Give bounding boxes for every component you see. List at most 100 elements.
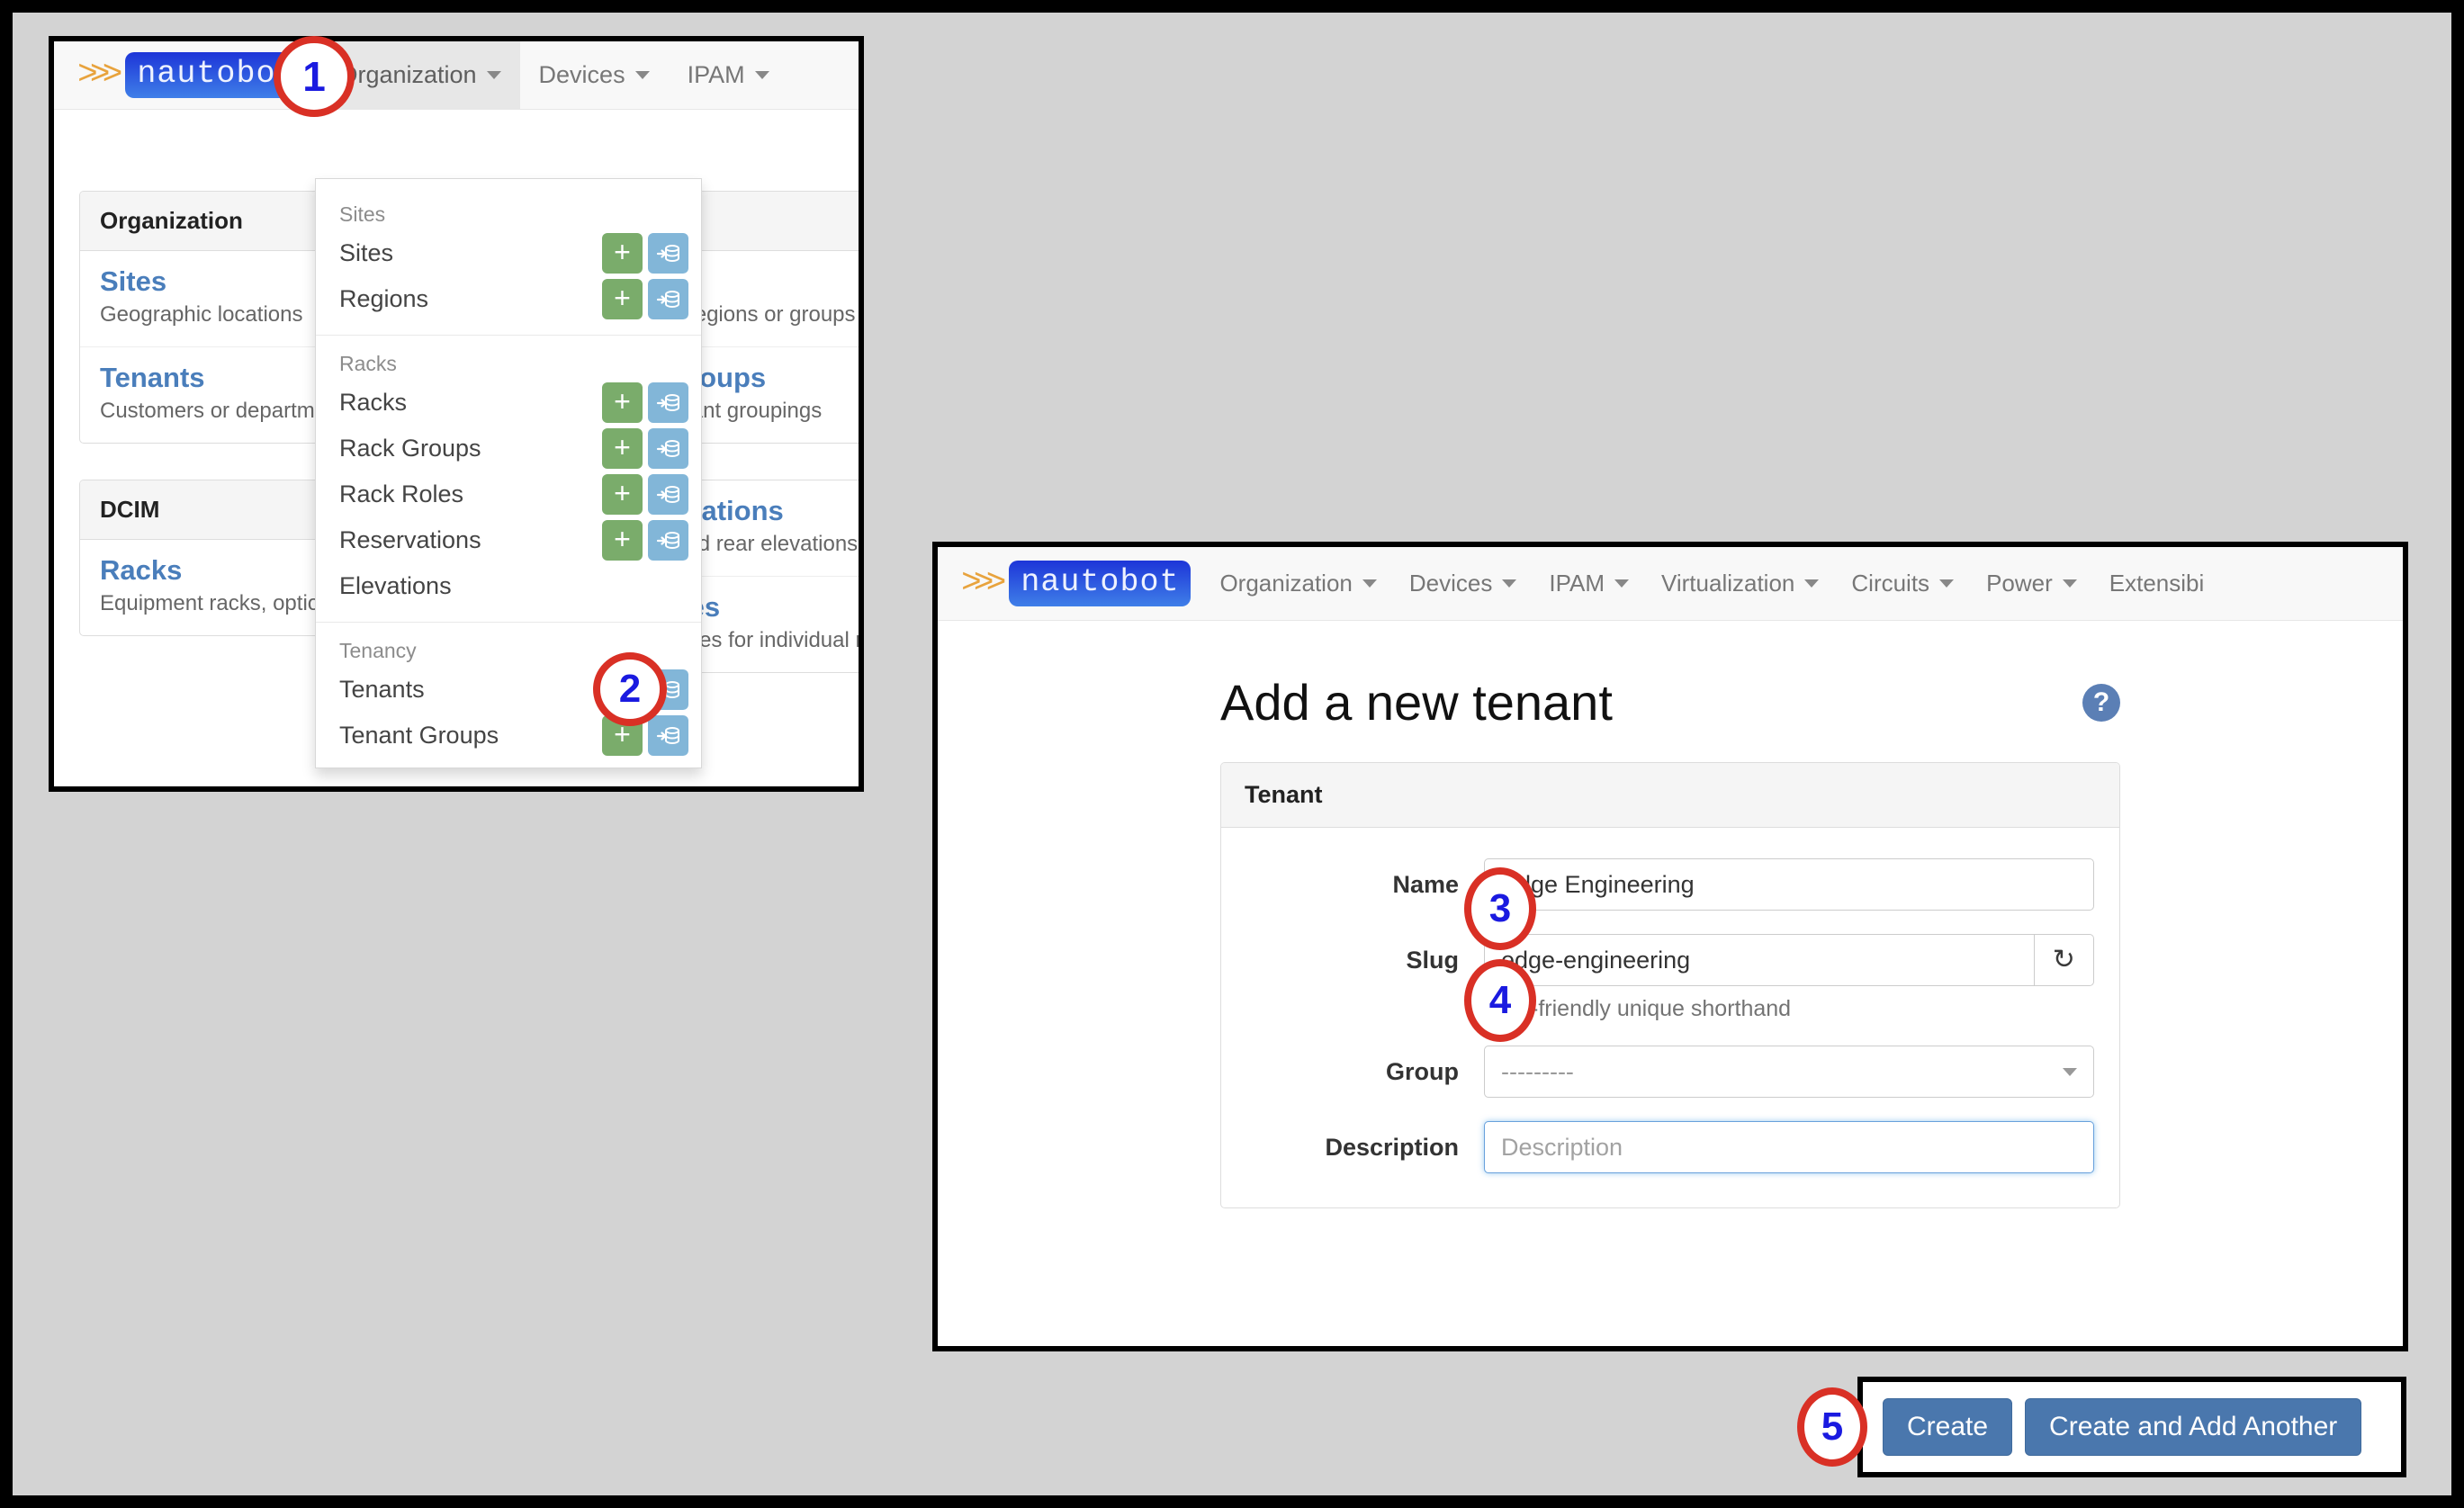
dropdown-item-sites[interactable]: Sites + bbox=[316, 230, 701, 276]
nautobot-logo[interactable]: >>> nautobot bbox=[938, 547, 1203, 620]
add-icon-button[interactable]: + bbox=[602, 382, 643, 423]
name-input[interactable] bbox=[1484, 858, 2094, 911]
field-name bbox=[1484, 858, 2094, 911]
dropdown-item-rack-roles[interactable]: Rack Roles + bbox=[316, 471, 701, 517]
tenant-form-panel: Tenant Name Slug bbox=[1220, 762, 2120, 1208]
database-import-icon bbox=[656, 723, 681, 749]
dropdown-label-tenants: Tenants bbox=[339, 676, 602, 704]
nav-label-ipam: IPAM bbox=[1549, 570, 1605, 597]
nav-item-ipam[interactable]: IPAM bbox=[669, 41, 788, 109]
dropdown-item-reservations[interactable]: Reservations + bbox=[316, 517, 701, 563]
slug-input[interactable] bbox=[1484, 934, 2035, 986]
brand-label: nautobot bbox=[1009, 561, 1191, 606]
field-group: --------- bbox=[1484, 1046, 2094, 1098]
dropdown-group-label-racks: Racks bbox=[316, 339, 701, 380]
import-icon-button[interactable] bbox=[648, 474, 688, 515]
nav-item-circuits[interactable]: Circuits bbox=[1835, 547, 1970, 620]
chevron-down-icon bbox=[2063, 579, 2077, 588]
callout-marker-2: 2 bbox=[593, 652, 667, 726]
field-description bbox=[1484, 1121, 2094, 1173]
form-title-row: Add a new tenant ? bbox=[1220, 673, 2120, 732]
chevron-down-icon bbox=[1804, 579, 1819, 588]
dropdown-item-elevations[interactable]: Elevations bbox=[316, 563, 701, 609]
chevron-down-icon bbox=[635, 71, 650, 79]
dropdown-item-racks[interactable]: Racks + bbox=[316, 380, 701, 426]
dropdown-actions: + bbox=[602, 428, 688, 469]
dropdown-group-label-sites: Sites bbox=[316, 190, 701, 230]
import-icon-button[interactable] bbox=[648, 428, 688, 469]
nav-item-power[interactable]: Power bbox=[1970, 547, 2093, 620]
dropdown-item-rack-groups[interactable]: Rack Groups + bbox=[316, 426, 701, 471]
label-name: Name bbox=[1246, 858, 1484, 899]
add-icon-button[interactable]: + bbox=[602, 474, 643, 515]
nav-label-extensibility: Extensibi bbox=[2109, 570, 2205, 597]
add-icon-button[interactable]: + bbox=[602, 428, 643, 469]
plus-icon: + bbox=[614, 387, 631, 416]
field-slug: ↻ URL-friendly unique shorthand bbox=[1484, 934, 2094, 1022]
form-panel-body: Name Slug ↻ bbox=[1221, 828, 2119, 1207]
database-import-icon bbox=[656, 241, 681, 266]
import-icon-button[interactable] bbox=[648, 279, 688, 319]
dropdown-label-racks: Racks bbox=[339, 389, 602, 417]
dropdown-label-tenant-groups: Tenant Groups bbox=[339, 722, 602, 750]
regenerate-slug-button[interactable]: ↻ bbox=[2035, 934, 2094, 986]
nav-label-devices: Devices bbox=[539, 61, 625, 89]
database-import-icon bbox=[656, 287, 681, 312]
nav-item-virtualization[interactable]: Virtualization bbox=[1645, 547, 1835, 620]
callout-marker-5: 5 bbox=[1797, 1387, 1867, 1467]
add-icon-button[interactable]: + bbox=[602, 520, 643, 561]
nav-item-organization[interactable]: Organization bbox=[1203, 547, 1392, 620]
panel-desc-sites: Geographic locations bbox=[100, 302, 302, 327]
chevrons-icon: >>> bbox=[77, 58, 114, 93]
left-page-body: Organization Sites Geographic locations … bbox=[54, 110, 859, 792]
chevrons-icon: >>> bbox=[961, 567, 998, 601]
import-icon-button[interactable] bbox=[648, 382, 688, 423]
left-nav-menu: Organization Devices IPAM bbox=[319, 41, 787, 109]
form-row-group: Group --------- bbox=[1246, 1046, 2094, 1098]
form-row-description: Description bbox=[1246, 1121, 2094, 1173]
nav-label-organization: Organization bbox=[338, 61, 476, 89]
dropdown-label-elevations: Elevations bbox=[339, 572, 688, 600]
group-select-value: --------- bbox=[1501, 1058, 1574, 1086]
tenant-form-inner: Add a new tenant ? Tenant Name Sl bbox=[1220, 673, 2120, 1208]
callout-marker-3: 3 bbox=[1464, 867, 1536, 950]
create-and-add-another-button[interactable]: Create and Add Another bbox=[2025, 1398, 2361, 1456]
form-panel-heading: Tenant bbox=[1221, 763, 2119, 828]
create-button[interactable]: Create bbox=[1883, 1398, 2012, 1456]
slug-help-text: URL-friendly unique shorthand bbox=[1484, 996, 2094, 1022]
dropdown-actions: + bbox=[602, 279, 688, 319]
import-icon-button[interactable] bbox=[648, 520, 688, 561]
dropdown-actions: + bbox=[602, 382, 688, 423]
dropdown-actions: + bbox=[602, 520, 688, 561]
dropdown-divider bbox=[316, 335, 701, 336]
form-row-name: Name bbox=[1246, 858, 2094, 911]
nav-label-organization: Organization bbox=[1219, 570, 1352, 597]
group-select[interactable]: --------- bbox=[1484, 1046, 2094, 1098]
nav-item-devices[interactable]: Devices bbox=[1393, 547, 1533, 620]
refresh-icon: ↻ bbox=[2053, 947, 2075, 974]
chevron-down-icon bbox=[1502, 579, 1516, 588]
callout-marker-4: 4 bbox=[1464, 959, 1536, 1042]
form-row-slug: Slug ↻ URL-friendly unique shorthand bbox=[1246, 934, 2094, 1022]
nav-item-ipam[interactable]: IPAM bbox=[1533, 547, 1645, 620]
nav-label-circuits: Circuits bbox=[1851, 570, 1929, 597]
add-icon-button[interactable]: + bbox=[602, 233, 643, 274]
nav-label-ipam: IPAM bbox=[688, 61, 745, 89]
label-description: Description bbox=[1246, 1121, 1484, 1162]
import-icon-button[interactable] bbox=[648, 715, 688, 756]
nav-label-virtualization: Virtualization bbox=[1661, 570, 1794, 597]
chevron-down-icon bbox=[755, 71, 769, 79]
description-input[interactable] bbox=[1484, 1121, 2094, 1173]
tenant-form-wrapper: Add a new tenant ? Tenant Name Sl bbox=[938, 621, 2403, 1208]
import-icon-button[interactable] bbox=[648, 233, 688, 274]
add-icon-button[interactable]: + bbox=[602, 279, 643, 319]
plus-icon: + bbox=[614, 479, 631, 507]
help-icon[interactable]: ? bbox=[2082, 684, 2120, 722]
nav-item-devices[interactable]: Devices bbox=[520, 41, 669, 109]
page-title: Add a new tenant bbox=[1220, 673, 1613, 732]
chevron-down-icon bbox=[1939, 579, 1954, 588]
dropdown-item-regions[interactable]: Regions + bbox=[316, 276, 701, 322]
nav-item-extensibility[interactable]: Extensibi bbox=[2093, 547, 2221, 620]
label-group: Group bbox=[1246, 1046, 1484, 1086]
right-browser-window: >>> nautobot Organization Devices IPAM V… bbox=[932, 542, 2408, 1351]
